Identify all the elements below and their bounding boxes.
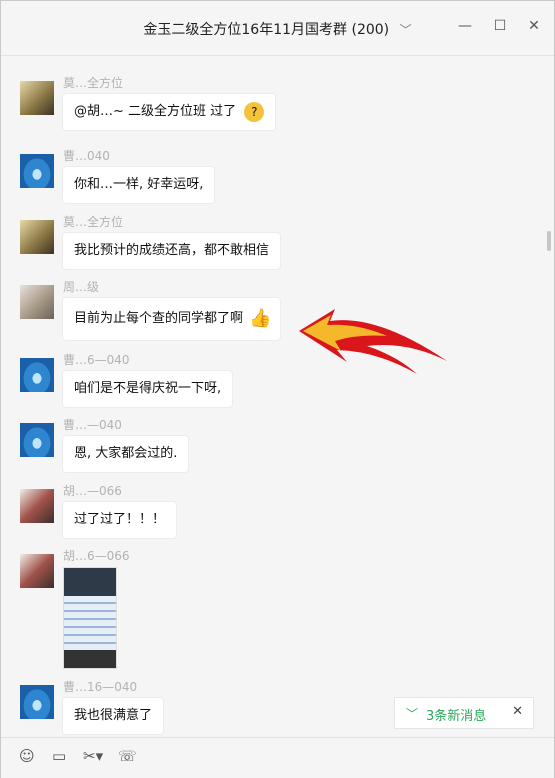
thumbs-up-icon: 👍 [249,307,272,329]
message-text: @胡…~ 二级全方位班 过了 [74,104,237,119]
avatar[interactable] [20,285,54,319]
sender-name: 曹…6—040 [63,353,130,367]
chevron-down-icon[interactable]: ﹀ [406,705,418,722]
sender-name: 曹…040 [63,149,110,163]
folder-icon[interactable]: ▭ [52,747,66,765]
avatar[interactable] [20,220,54,254]
avatar[interactable] [20,423,54,457]
new-messages-label[interactable]: 3条新消息 [426,705,486,724]
avatar[interactable] [20,358,54,392]
message-bubble[interactable]: 咱们是不是得庆祝一下呀, [63,371,233,407]
image-message[interactable] [63,567,117,669]
sender-name: 胡…6—066 [63,549,130,563]
title-bar: 金玉二级全方位16年11月国考群 (200) ﹀ — ☐ ✕ [1,1,554,56]
message-bubble[interactable]: 我比预计的成绩还高，都不敢相信 [63,233,281,269]
message-bubble[interactable]: 我也很满意了 [63,698,164,734]
message-text: 目前为止每个查的同学都了啊 [74,311,244,326]
avatar[interactable] [20,489,54,523]
message-bubble[interactable]: 你和…一样, 好幸运呀, [63,167,215,203]
close-icon[interactable]: ✕ [512,704,523,719]
member-count: (200) [351,22,390,38]
emoji-icon[interactable]: ☺ [19,747,35,765]
avatar[interactable] [20,81,54,115]
avatar[interactable] [20,554,54,588]
message-bubble[interactable]: 恩, 大家都会过的. [63,436,189,472]
message-bubble[interactable]: 目前为止每个查的同学都了啊 👍 [63,298,281,340]
close-icon[interactable]: ✕ [523,15,545,37]
new-messages-notice[interactable]: ﹀ 3条新消息 ✕ [395,698,533,728]
message-bubble[interactable]: @胡…~ 二级全方位班 过了 ? [63,94,276,130]
chevron-down-icon[interactable]: ﹀ [400,23,412,37]
input-toolbar: ☺ ▭ ✂▾ ☏ [1,737,554,778]
sender-name: 莫…全方位 [63,215,124,229]
avatar[interactable] [20,685,54,719]
message-bubble[interactable]: 过了过了！！！ [63,502,177,538]
scrollbar[interactable] [547,231,551,251]
sender-name: 胡…—066 [63,484,122,498]
avatar[interactable] [20,154,54,188]
sender-name: 曹…16—040 [63,680,138,694]
sender-name: 周…级 [63,280,100,294]
chat-window: 金玉二级全方位16年11月国考群 (200) ﹀ — ☐ ✕ 莫…全方位 @胡…… [0,0,555,778]
fire-arrow-icon [299,309,447,374]
group-name: 金玉二级全方位16年11月国考群 [143,22,348,38]
minimize-icon[interactable]: — [454,15,476,37]
scissors-icon[interactable]: ✂▾ [83,747,103,765]
maximize-icon[interactable]: ☐ [489,15,511,37]
video-call-icon[interactable]: ☏ [118,747,137,765]
sender-name: 莫…全方位 [63,76,124,90]
sender-name: 曹…—040 [63,418,122,432]
thinking-emoji-icon: ? [244,101,265,122]
